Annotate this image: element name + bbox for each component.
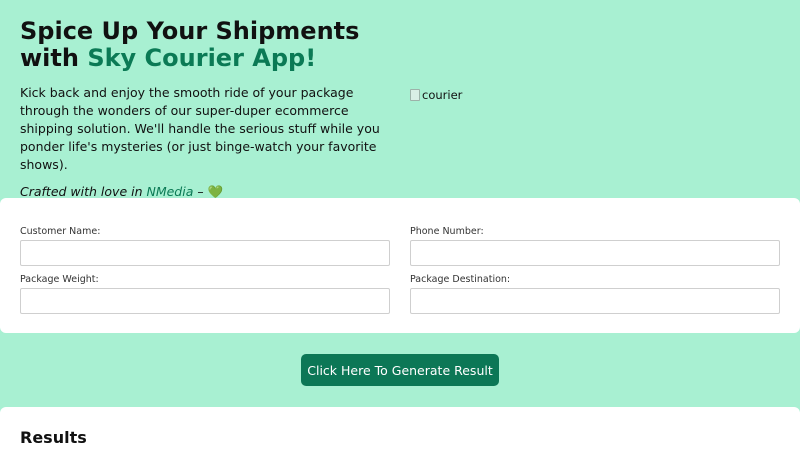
phone-number-label: Phone Number: — [410, 226, 484, 237]
title-line-1: Spice Up Your Shipments — [20, 17, 360, 45]
generate-result-button[interactable]: Click Here To Generate Result — [301, 354, 499, 386]
phone-number-input[interactable] — [410, 240, 780, 266]
nmedia-link[interactable]: NMedia — [146, 184, 193, 199]
title-prefix: with — [20, 44, 88, 72]
page-title: Spice Up Your Shipments with Sky Courier… — [20, 18, 400, 72]
courier-image-alt: courier — [422, 88, 463, 102]
credit-suffix: – — [193, 184, 208, 199]
hero-description: Kick back and enjoy the smooth ride of y… — [20, 85, 380, 172]
broken-image-icon — [410, 89, 420, 101]
shipment-form: Customer Name: Phone Number: Package Wei… — [0, 198, 800, 333]
package-weight-input[interactable] — [20, 288, 390, 314]
hero-section: Spice Up Your Shipments with Sky Courier… — [20, 18, 400, 201]
package-destination-input[interactable] — [410, 288, 780, 314]
courier-image: courier — [410, 88, 462, 102]
package-weight-label: Package Weight: — [20, 274, 99, 285]
phone-number-field: Phone Number: — [410, 226, 780, 266]
package-weight-field: Package Weight: — [20, 274, 390, 314]
customer-name-label: Customer Name: — [20, 226, 101, 237]
credit-prefix: Crafted with love in — [20, 184, 147, 199]
results-heading: Results — [20, 428, 87, 447]
customer-name-field: Customer Name: — [20, 226, 390, 266]
heart-icon: 💚 — [207, 184, 224, 199]
package-destination-field: Package Destination: — [410, 274, 780, 314]
package-destination-label: Package Destination: — [410, 274, 511, 285]
results-section: Results — [0, 407, 800, 450]
brand-name: Sky Courier App! — [87, 44, 317, 72]
customer-name-input[interactable] — [20, 240, 390, 266]
